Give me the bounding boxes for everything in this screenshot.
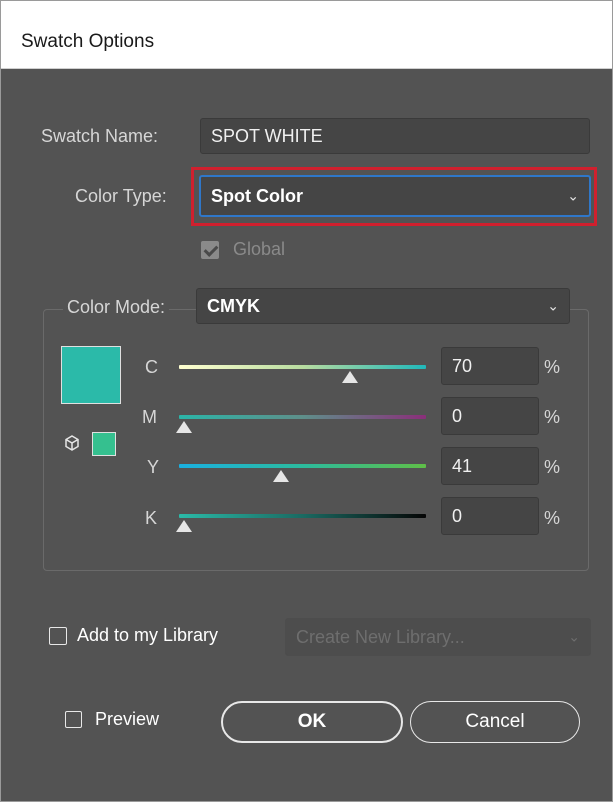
yellow-unit: % xyxy=(544,457,561,477)
yellow-value: 41 xyxy=(452,455,473,476)
add-to-library-checkbox[interactable] xyxy=(49,627,67,645)
color-type-highlight xyxy=(191,167,597,226)
magenta-slider-thumb[interactable] xyxy=(176,421,192,433)
cyan-slider-thumb[interactable] xyxy=(341,371,358,383)
dialog-title: Swatch Options xyxy=(21,31,155,52)
channel-y-label: Y xyxy=(147,457,160,477)
channel-c-label: C xyxy=(145,357,158,377)
chevron-down-icon: ⌄ xyxy=(568,628,580,645)
swatch-options-dialog: Swatch Options Swatch Name: SPOT WHITE C… xyxy=(0,0,613,802)
title-bar: Swatch Options xyxy=(1,1,612,69)
library-dropdown[interactable]: Create New Library... ⌄ xyxy=(285,618,591,656)
cyan-unit: % xyxy=(544,357,561,377)
channel-k-label: K xyxy=(145,508,158,528)
color-mode-dropdown[interactable]: CMYK ⌄ xyxy=(196,288,570,324)
chevron-down-icon: ⌄ xyxy=(547,297,559,314)
yellow-slider-thumb[interactable] xyxy=(273,470,290,482)
cancel-button[interactable]: Cancel xyxy=(410,701,580,743)
magenta-value: 0 xyxy=(452,405,463,426)
magenta-slider-track[interactable] xyxy=(179,415,426,419)
color-swatch xyxy=(61,346,121,404)
black-slider-track[interactable] xyxy=(179,514,426,518)
color-mode-label: Color Mode: xyxy=(63,297,170,318)
magenta-unit: % xyxy=(544,407,561,427)
magenta-input[interactable]: 0 xyxy=(441,397,539,435)
swatch-name-value: SPOT WHITE xyxy=(211,125,323,146)
black-input[interactable]: 0 xyxy=(441,497,539,535)
black-unit: % xyxy=(544,508,561,528)
cyan-input[interactable]: 70 xyxy=(441,347,539,385)
color-type-label: Color Type: xyxy=(75,186,167,206)
yellow-slider-track[interactable] xyxy=(179,464,426,468)
global-checkbox[interactable] xyxy=(201,241,219,259)
add-to-library-label: Add to my Library xyxy=(77,625,219,645)
channel-m-label: M xyxy=(142,407,157,427)
black-value: 0 xyxy=(452,505,463,526)
ok-button[interactable]: OK xyxy=(221,701,403,743)
swatch-name-label: Swatch Name: xyxy=(41,126,159,146)
out-of-gamut-swatch[interactable] xyxy=(92,432,116,456)
black-slider-thumb[interactable] xyxy=(176,520,192,532)
cyan-slider-track[interactable] xyxy=(179,365,426,369)
yellow-input[interactable]: 41 xyxy=(441,447,539,485)
cyan-value: 70 xyxy=(452,355,473,376)
preview-label: Preview xyxy=(95,709,160,729)
preview-checkbox[interactable] xyxy=(65,711,82,728)
cube-icon xyxy=(65,435,79,451)
global-label: Global xyxy=(233,239,286,259)
library-dropdown-value: Create New Library... xyxy=(296,626,465,647)
color-mode-value: CMYK xyxy=(207,295,260,316)
swatch-name-input[interactable]: SPOT WHITE xyxy=(200,118,590,154)
